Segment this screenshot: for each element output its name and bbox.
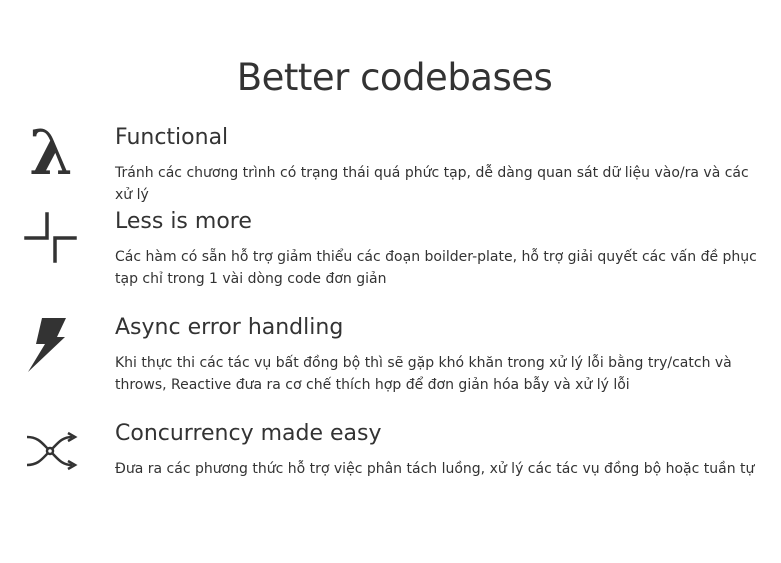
feature-description: Tránh các chương trình có trạng thái quá… bbox=[115, 165, 749, 203]
feature-description: Khi thực thi các tác vụ bất đồng bộ thì … bbox=[115, 355, 732, 393]
lightning-bolt-icon bbox=[24, 318, 78, 372]
feature-description: Các hàm có sẵn hỗ trợ giảm thiểu các đoạ… bbox=[115, 249, 757, 287]
feature-title: Less is more bbox=[115, 209, 252, 234]
crosshair-corners-icon bbox=[24, 210, 78, 264]
feature-description: Đưa ra các phương thức hỗ trợ việc phân … bbox=[115, 461, 755, 477]
feature-title: Async error handling bbox=[115, 315, 344, 340]
lambda-icon: λ bbox=[29, 116, 73, 189]
feature-title: Functional bbox=[115, 125, 229, 150]
page-title: Better codebases bbox=[236, 56, 553, 99]
split-arrows-icon bbox=[24, 424, 78, 478]
feature-title: Concurrency made easy bbox=[115, 421, 382, 446]
